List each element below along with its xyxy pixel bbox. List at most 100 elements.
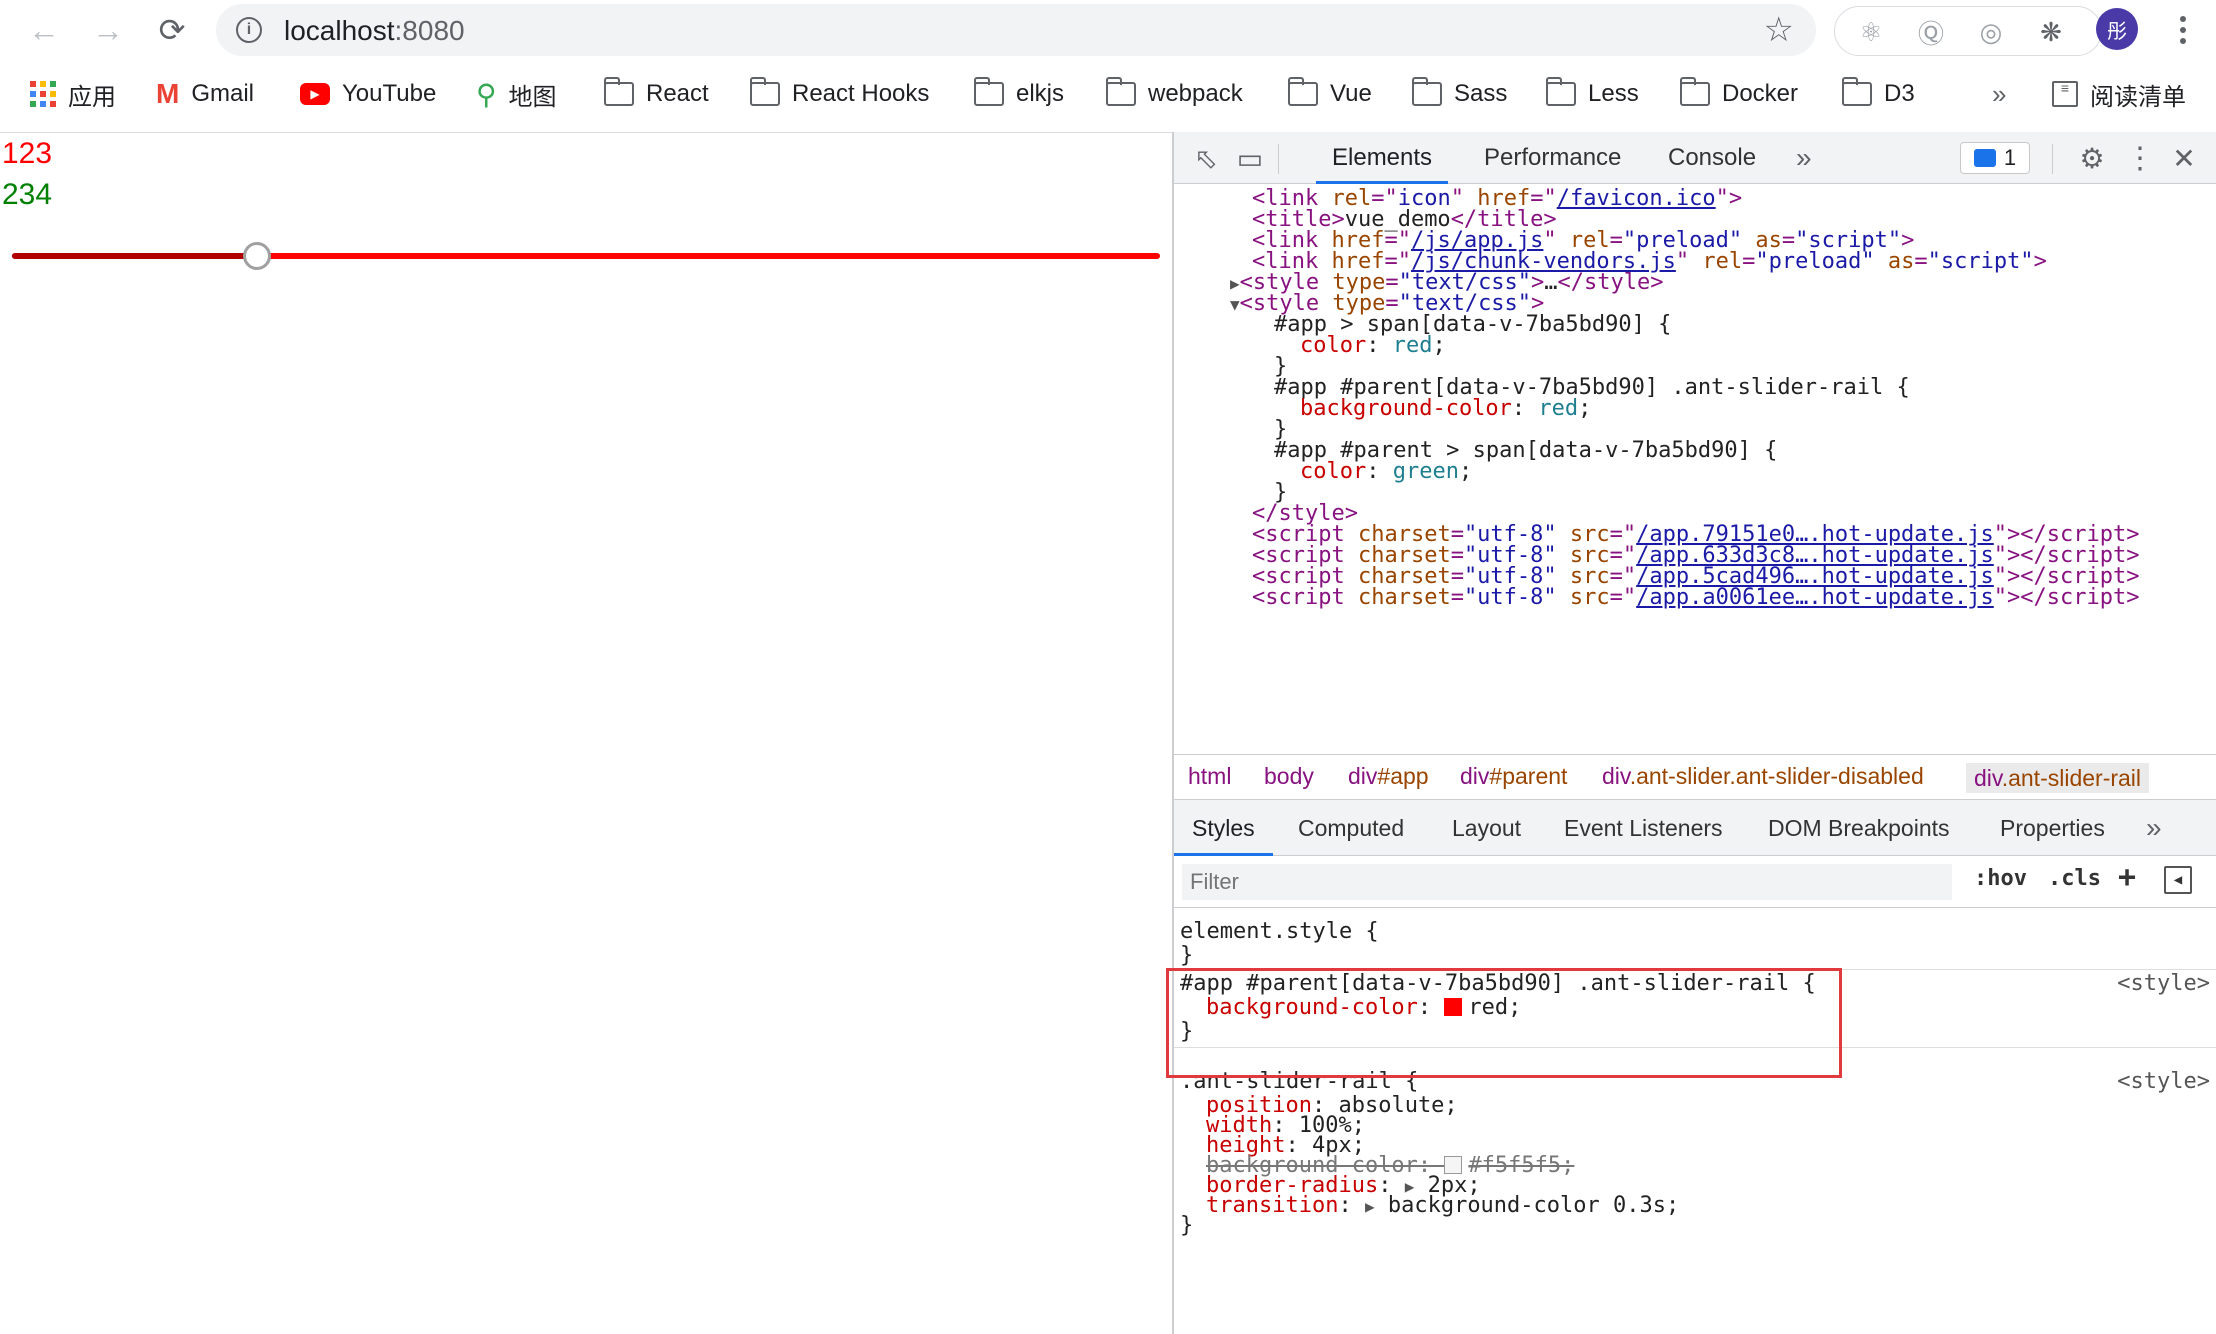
hov-toggle[interactable]: :hov (1974, 866, 2027, 891)
bookmark-webpack[interactable]: webpack (1105, 70, 1243, 118)
browser-menu-icon[interactable] (2168, 8, 2198, 52)
breadcrumb-html[interactable]: html (1188, 763, 1231, 790)
bookmark-label: Docker (1722, 80, 1799, 107)
puzzle-extensions-icon[interactable]: ❋ (2035, 16, 2067, 48)
folder-icon (1105, 77, 1136, 106)
tab-computed[interactable]: Computed (1298, 800, 1404, 856)
rule-source-link[interactable]: <style> (2117, 1068, 2210, 1096)
profile-avatar[interactable]: 彤 (2096, 8, 2138, 50)
bookmark-react[interactable]: React (603, 70, 709, 118)
issues-badge[interactable]: 1 (1960, 142, 2030, 174)
forward-arrow-icon[interactable]: → (86, 10, 130, 50)
settings-gear-icon[interactable]: ⚙ (2074, 140, 2110, 176)
site-info-icon[interactable]: i (236, 17, 262, 43)
expand-triangle-icon[interactable]: ▶ (1365, 1197, 1375, 1216)
more-bookmarks-button[interactable]: » (1992, 70, 2006, 118)
bookmark-label: D3 (1884, 80, 1915, 107)
url-text[interactable]: localhost:8080 (284, 15, 465, 47)
cls-toggle[interactable]: .cls (2048, 866, 2101, 891)
bookmark-star-icon[interactable]: ☆ (1764, 10, 1794, 50)
bookmark-label: Gmail (191, 80, 254, 107)
bookmark-label: Vue (1330, 80, 1372, 107)
tab-label: Computed (1298, 815, 1405, 841)
rule-ant-slider-rail: .ant-slider-rail { <style> position: abs… (1174, 1068, 2216, 1268)
tab-performance[interactable]: Performance (1484, 132, 1621, 184)
back-arrow-icon[interactable]: ← (22, 10, 66, 50)
element-style-selector[interactable]: element.style { (1180, 918, 1379, 946)
bookmark-maps[interactable]: ⚲ 地图 (476, 70, 557, 118)
rule-close-brace: } (1180, 1213, 1194, 1238)
bookmark-youtube[interactable]: ▶ YouTube (300, 70, 436, 118)
more-subtabs-button[interactable]: » (2146, 800, 2162, 856)
folder-icon (1841, 77, 1872, 106)
tab-elements[interactable]: Elements (1316, 132, 1449, 184)
bookmark-apps[interactable]: 应用 (30, 70, 116, 118)
bookmark-sass[interactable]: Sass (1411, 70, 1508, 118)
rule-close-brace: } (1180, 943, 1194, 968)
filter-input[interactable] (1182, 864, 1952, 900)
tab-event-listeners[interactable]: Event Listeners (1564, 800, 1723, 856)
breadcrumb-div-ant-slider[interactable]: div.ant-slider.ant-slider-disabled (1602, 763, 1924, 790)
bookmark-label: React Hooks (792, 80, 930, 107)
bookmark-vue[interactable]: Vue (1287, 70, 1372, 118)
collapse-triangle-icon[interactable]: ▼ (1230, 295, 1240, 314)
folder-icon (1411, 77, 1442, 106)
folder-icon (1679, 77, 1710, 106)
page-viewport: 123 234 (0, 132, 1172, 1334)
breadcrumb-body[interactable]: body (1264, 763, 1314, 790)
css-text-decl-1: color: red; (1300, 333, 1446, 358)
rule-source-link[interactable]: <style> (2117, 970, 2210, 998)
inspect-element-icon[interactable]: ⬁ (1188, 140, 1224, 176)
redux-icon[interactable]: Ⓠ (1915, 16, 1947, 49)
tab-label: Layout (1452, 815, 1522, 841)
bookmark-elkjs[interactable]: elkjs (973, 70, 1065, 118)
bookmark-gmail[interactable]: M Gmail (156, 70, 254, 118)
reading-list-button[interactable]: ≡ 阅读清单 (2052, 70, 2186, 118)
tab-properties[interactable]: Properties (2000, 800, 2105, 856)
browser-toolbar: ← → ⟳ i localhost:8080 ☆ ⚛ Ⓠ ◎ ❋ 彤 (0, 0, 2216, 62)
device-toolbar-icon[interactable]: ▭ (1232, 140, 1268, 176)
element-style-rule: element.style { } (1174, 918, 2216, 970)
toggle-sidebar-icon[interactable]: ◀ (2164, 866, 2192, 894)
green-span-text: 234 (2, 178, 53, 211)
apps-icon (30, 81, 56, 107)
bookmark-docker[interactable]: Docker (1679, 70, 1799, 118)
extension-target-icon[interactable]: ◎ (1975, 16, 2007, 48)
tab-console[interactable]: Console (1668, 132, 1756, 184)
bookmark-label: React (646, 80, 709, 107)
dom-line-script[interactable]: <script charset="utf-8" src="/app.a0061e… (1252, 583, 2139, 613)
slider-handle[interactable] (242, 242, 271, 270)
folder-icon (1545, 77, 1576, 106)
styles-subtabs: Styles Computed Layout Event Listeners D… (1174, 800, 2216, 856)
more-tabs-button[interactable]: » (1796, 132, 1812, 184)
bookmark-label: YouTube (342, 80, 437, 107)
bookmark-d3[interactable]: D3 (1841, 70, 1915, 118)
tab-styles[interactable]: Styles (1174, 800, 1273, 856)
tab-label: Elements (1332, 144, 1433, 171)
bookmark-react-hooks[interactable]: React Hooks (749, 70, 930, 118)
tab-dom-breakpoints[interactable]: DOM Breakpoints (1768, 800, 1950, 856)
bookmark-label: Sass (1454, 80, 1508, 107)
address-bar[interactable]: i localhost:8080 ☆ (216, 4, 1816, 56)
tab-label: Performance (1484, 144, 1622, 171)
breadcrumb-div-app[interactable]: div#app (1348, 763, 1429, 790)
tab-layout[interactable]: Layout (1452, 800, 1521, 856)
close-icon[interactable]: ✕ (2166, 140, 2202, 176)
breadcrumb-div-ant-slider-rail[interactable]: div.ant-slider-rail (1966, 763, 2150, 793)
gmail-icon: M (156, 78, 180, 109)
breadcrumb-div-parent[interactable]: div#parent (1460, 763, 1567, 790)
bookmark-label: elkjs (1016, 80, 1065, 107)
tab-label: DOM Breakpoints (1768, 815, 1950, 841)
rule-declaration[interactable]: transition: ▶ background-color 0.3s; (1206, 1192, 1679, 1221)
slider-track (12, 253, 257, 259)
devtools-menu-icon[interactable]: ⋮ (2122, 140, 2158, 176)
youtube-icon: ▶ (300, 83, 330, 105)
bookmark-label: 地图 (508, 83, 557, 111)
new-rule-button[interactable]: + (2118, 860, 2136, 895)
devtools-toolbar: ⬁ ▭ Elements Performance Console » 1 ⚙ ⋮… (1174, 132, 2216, 184)
css-text-decl-2: background-color: red; (1300, 396, 1592, 421)
bookmarks-bar: 应用 M Gmail ▶ YouTube ⚲ 地图 React React Ho… (0, 70, 2216, 118)
bookmark-less[interactable]: Less (1545, 70, 1639, 118)
react-devtools-icon[interactable]: ⚛ (1855, 16, 1887, 48)
reload-icon[interactable]: ⟳ (150, 10, 194, 50)
